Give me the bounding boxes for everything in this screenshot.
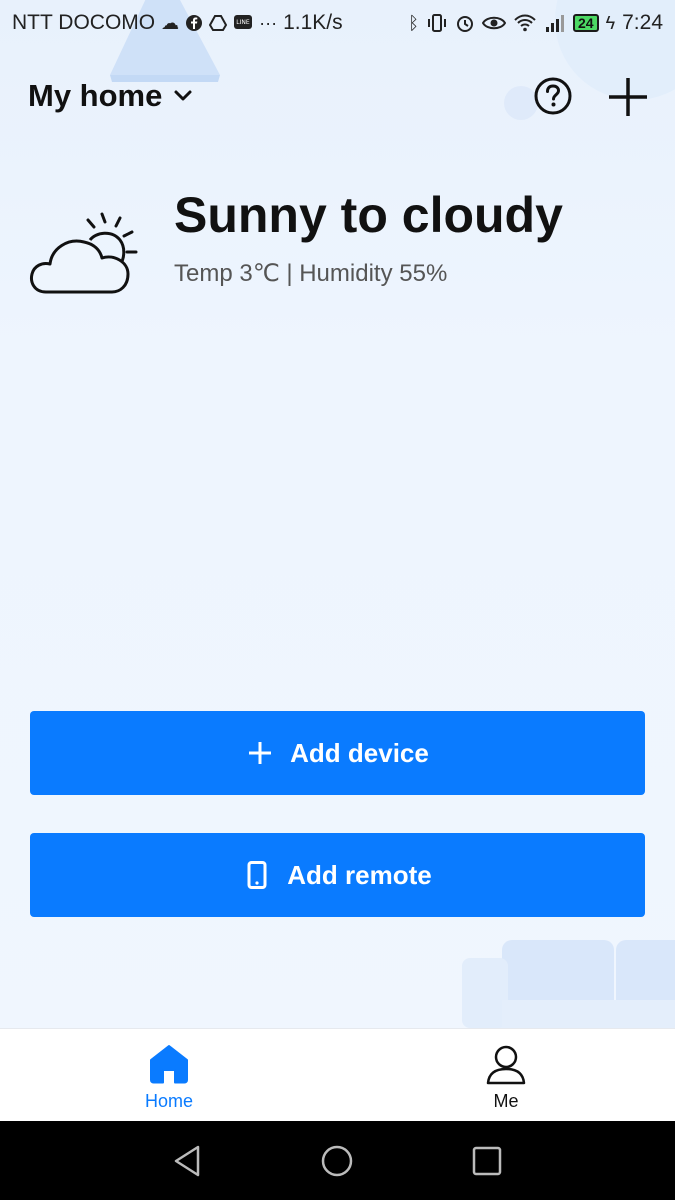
background-sofa-illustration [462, 940, 675, 1028]
more-icon: ··· [259, 13, 278, 33]
add-device-label: Add device [290, 737, 429, 768]
user-icon [486, 1045, 526, 1085]
drive-icon [209, 15, 228, 31]
charging-icon: ϟ [605, 13, 616, 33]
help-icon[interactable] [533, 76, 573, 116]
app-screen: NTT DOCOMO ☁ LINE ··· 1.1K/s ᛒ 24 ϟ 7:24… [0, 0, 675, 1200]
plus-icon [249, 742, 272, 764]
network-speed: 1.1K/s [283, 11, 343, 34]
tab-me-label: Me [493, 1091, 519, 1111]
system-navigation-bar [0, 1121, 675, 1200]
battery-icon: 24 [573, 14, 599, 32]
tab-me[interactable]: Me [436, 1043, 576, 1112]
add-device-button[interactable]: Add device [30, 711, 645, 795]
partly-cloudy-icon [30, 212, 138, 294]
recent-apps-icon[interactable] [469, 1143, 505, 1179]
vibrate-icon [428, 14, 447, 32]
weather-condition: Sunny to cloudy [174, 187, 563, 243]
tab-home-label: Home [144, 1091, 193, 1111]
signal-icon [546, 15, 565, 32]
add-remote-button[interactable]: Add remote [30, 833, 645, 917]
home-selector[interactable]: My home [28, 78, 194, 114]
weather-details: Temp 3℃ | Humidity 55% [174, 260, 448, 287]
carrier-name: NTT DOCOMO [12, 11, 156, 34]
status-bar: NTT DOCOMO ☁ LINE ··· 1.1K/s ᛒ 24 ϟ 7:24 [0, 0, 675, 46]
facebook-icon [186, 15, 203, 31]
home-icon [150, 1045, 188, 1084]
clock: 7:24 [622, 11, 663, 34]
alarm-icon [457, 16, 474, 32]
chevron-down-icon [174, 90, 192, 101]
app-header: My home [0, 60, 675, 136]
line-icon: LINE [234, 15, 253, 29]
phone-icon [247, 861, 267, 889]
plus-icon[interactable] [606, 75, 650, 119]
bottom-tab-bar: Home Me [0, 1028, 675, 1121]
wifi-icon [514, 14, 536, 32]
add-remote-label: Add remote [287, 859, 432, 890]
eye-icon [482, 16, 507, 30]
svg-text:LINE: LINE [236, 19, 250, 26]
back-icon[interactable] [170, 1143, 206, 1179]
cloud-icon: ☁ [161, 13, 180, 33]
tab-home[interactable]: Home [99, 1043, 239, 1112]
home-nav-icon[interactable] [319, 1143, 355, 1179]
bluetooth-icon: ᛒ [408, 13, 420, 33]
home-name: My home [28, 78, 163, 113]
